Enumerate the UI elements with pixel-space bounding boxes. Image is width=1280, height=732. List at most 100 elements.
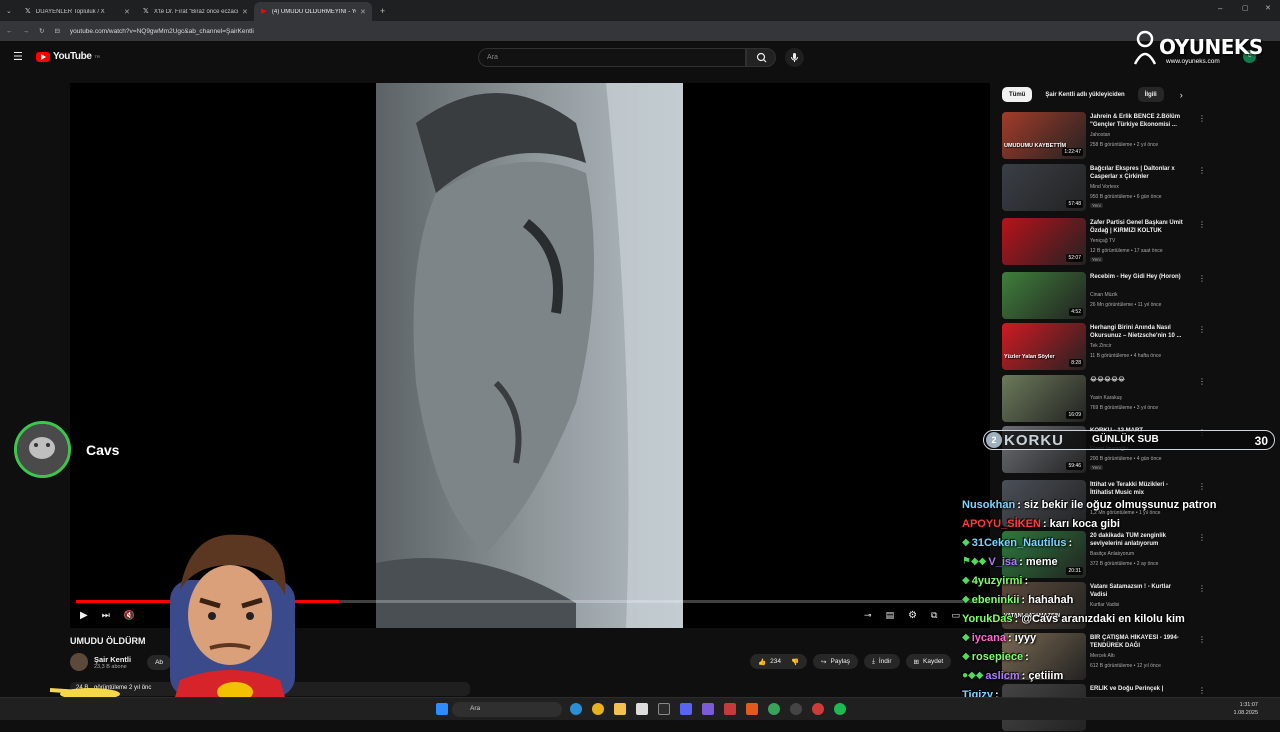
- chevron-right-icon[interactable]: ›: [1180, 90, 1183, 100]
- video-frame[interactable]: [376, 83, 683, 628]
- streamer-avatar: [14, 421, 71, 478]
- search-input[interactable]: Ara: [478, 48, 746, 67]
- recommendation-thumbnail[interactable]: UMUDUMU KAYBETTİM 1:22:47: [1002, 112, 1086, 159]
- recommendation-title[interactable]: Bağcılar Ekspres | Daltonlar x Casperlar…: [1090, 165, 1190, 181]
- app-icon-stream[interactable]: [746, 703, 758, 715]
- subtitles-icon[interactable]: ▤: [886, 610, 895, 621]
- browser-tab-3[interactable]: ▶ (4) UMUDU ÖLDÜRMEYİNİ - Yo ✕: [253, 2, 372, 21]
- chat-username: 31Ceken_Nautilus: [971, 536, 1067, 549]
- more-options-icon[interactable]: ⋮: [1198, 325, 1206, 334]
- chip-related[interactable]: İlgili: [1137, 87, 1164, 102]
- autoplay-toggle[interactable]: ⊸: [864, 610, 872, 621]
- recommendation-channel[interactable]: Jahostan: [1090, 132, 1110, 138]
- more-options-icon[interactable]: ⋮: [1198, 114, 1206, 123]
- window-minimize-icon[interactable]: –: [1218, 4, 1222, 13]
- tab-list-chevron-icon[interactable]: ⌄: [0, 7, 18, 15]
- video-duration: 8:28: [1069, 359, 1083, 367]
- more-options-icon[interactable]: ⋮: [1198, 220, 1206, 229]
- new-tab-icon[interactable]: +: [372, 6, 393, 16]
- more-options-icon[interactable]: ⋮: [1198, 166, 1206, 175]
- chip-all[interactable]: Tümü: [1002, 87, 1033, 102]
- chat-text: : siz bekir ile oğuz olmuşsunuz patron: [1017, 498, 1217, 511]
- recommendation-meta: 769 B görüntüleme • 3 yıl önce: [1090, 405, 1159, 411]
- app-icon-teams[interactable]: [702, 703, 714, 715]
- recommendation-channel[interactable]: Yeniçağ TV: [1090, 238, 1115, 244]
- voice-search-button[interactable]: [785, 48, 804, 67]
- app-icon-discord[interactable]: [680, 703, 692, 715]
- search-button[interactable]: [746, 48, 776, 67]
- share-button[interactable]: ↪ Paylaş: [813, 654, 859, 669]
- like-button[interactable]: 👍 234 👎: [750, 654, 808, 669]
- theater-mode-icon[interactable]: ▭: [951, 610, 960, 621]
- chip-uploader[interactable]: Şair Kentli adlı yükleyiciden: [1038, 87, 1131, 102]
- recommendation-item[interactable]: 16:09 😂😂😂😂😂 Yasin Karakuş 769 B görüntüleme…: [1002, 375, 1206, 423]
- browser-tab-1[interactable]: 𝕏 DUAYENLER Topluluk / X ✕: [18, 2, 136, 21]
- close-tab-icon[interactable]: ✕: [242, 8, 248, 16]
- filter-chips: Tümü Şair Kentli adlı yükleyiciden İlgil…: [1002, 87, 1183, 102]
- file-explorer-icon[interactable]: [614, 703, 626, 715]
- close-tab-icon[interactable]: ✕: [360, 8, 366, 16]
- more-options-icon[interactable]: ⋮: [1198, 377, 1206, 386]
- recommendation-item[interactable]: 52:07 Zafer Partisi Genel Başkanı Ümit Öz…: [1002, 218, 1206, 266]
- app-icon-chrome3[interactable]: [812, 703, 824, 715]
- recommendation-title[interactable]: 😂😂😂😂😂: [1090, 376, 1190, 384]
- url-field[interactable]: youtube.com/watch?v=NQ9gwMm2Ugc&ab_chann…: [70, 28, 254, 35]
- taskbar-search[interactable]: Ara: [452, 702, 562, 717]
- menu-icon[interactable]: ☰: [13, 50, 23, 63]
- edge-icon[interactable]: [570, 703, 582, 715]
- recommendation-channel[interactable]: Tek Zincir: [1090, 343, 1111, 349]
- more-options-icon[interactable]: ⋮: [1198, 274, 1206, 283]
- channel-name[interactable]: Şair Kentli: [94, 655, 131, 664]
- channel-avatar[interactable]: [70, 653, 88, 671]
- youtube-logo[interactable]: YouTube TR: [36, 51, 100, 62]
- recommendation-item[interactable]: Yüzler Yalan Söyler 8:28 Herhangi Birini A…: [1002, 323, 1206, 371]
- app-icon-word[interactable]: [724, 703, 736, 715]
- window-close-icon[interactable]: ✕: [1265, 4, 1271, 12]
- windows-start-icon[interactable]: [436, 703, 448, 715]
- chat-text: :: [1024, 574, 1029, 587]
- recommendation-title[interactable]: Jahrein & Erlik BENCE 2.Bölüm "Gençler T…: [1090, 113, 1190, 129]
- recommendation-title[interactable]: Zafer Partisi Genel Başkanı Ümit Özdağ |…: [1090, 219, 1190, 235]
- chrome-icon[interactable]: [592, 703, 604, 715]
- notepad-icon[interactable]: [636, 703, 648, 715]
- recommendation-thumbnail[interactable]: 4:52: [1002, 272, 1086, 319]
- recommendation-channel[interactable]: Mind Vortexx: [1090, 184, 1119, 190]
- download-button[interactable]: ⤓ İndir: [864, 654, 900, 669]
- thumbs-down-icon[interactable]: 👎: [791, 658, 799, 666]
- video-duration: 4:52: [1069, 308, 1083, 316]
- recommendation-thumbnail[interactable]: 16:09: [1002, 375, 1086, 422]
- spotify-icon[interactable]: [834, 703, 846, 715]
- back-icon[interactable]: ←: [6, 28, 13, 35]
- youtube-header: ☰ YouTube TR Ara c: [0, 41, 1280, 73]
- recommendation-item[interactable]: UMUDUMU KAYBETTİM 1:22:47 Jahrein & Erlik …: [1002, 112, 1206, 160]
- browser-tab-2[interactable]: 𝕏 X'te Dr. Fırat "Biraz önce eczacı ✕: [136, 2, 254, 21]
- new-badge: Yeni: [1090, 465, 1103, 470]
- recommendation-thumbnail[interactable]: Yüzler Yalan Söyler 8:28: [1002, 323, 1086, 370]
- recommendation-thumbnail[interactable]: 57:48: [1002, 164, 1086, 211]
- site-info-icon[interactable]: ⊟: [54, 27, 59, 35]
- save-button[interactable]: ⊞ Kaydet: [905, 654, 952, 669]
- recommendation-channel[interactable]: Cinan Müzik: [1090, 292, 1118, 298]
- settings-gear-icon[interactable]: ⚙: [908, 610, 917, 621]
- app-icon-obs[interactable]: [790, 703, 802, 715]
- close-tab-icon[interactable]: ✕: [124, 8, 130, 16]
- more-options-icon[interactable]: ⋮: [1198, 482, 1206, 491]
- reload-icon[interactable]: ↻: [39, 27, 44, 35]
- next-icon[interactable]: ⏭: [102, 610, 110, 621]
- recommendation-title[interactable]: Recebim - Hey Gidi Hey (Horon): [1090, 273, 1190, 281]
- recommendation-channel[interactable]: Yasin Karakuş: [1090, 395, 1122, 401]
- recommendation-item[interactable]: 57:48 Bağcılar Ekspres | Daltonlar x Casp…: [1002, 164, 1206, 212]
- app-icon-c[interactable]: [658, 703, 670, 715]
- miniplayer-icon[interactable]: ⧉: [931, 610, 937, 621]
- forward-icon[interactable]: →: [23, 28, 30, 35]
- recommendation-item[interactable]: 4:52 Recebim - Hey Gidi Hey (Horon) Cinan …: [1002, 272, 1206, 320]
- mute-icon[interactable]: 🔇: [124, 610, 135, 621]
- play-icon[interactable]: ▶: [80, 610, 88, 621]
- recommendation-thumbnail[interactable]: 52:07: [1002, 218, 1086, 265]
- app-icon-chrome2[interactable]: [768, 703, 780, 715]
- window-maximize-icon[interactable]: ▢: [1242, 4, 1249, 12]
- video-duration: 57:48: [1066, 200, 1083, 208]
- taskbar-clock[interactable]: 1:31:07 1.08.2025: [1234, 701, 1258, 717]
- recommendation-title[interactable]: Herhangi Birini Anında Nasıl Okursunuz –…: [1090, 324, 1190, 340]
- chat-text: : karı koca gibi: [1042, 517, 1120, 530]
